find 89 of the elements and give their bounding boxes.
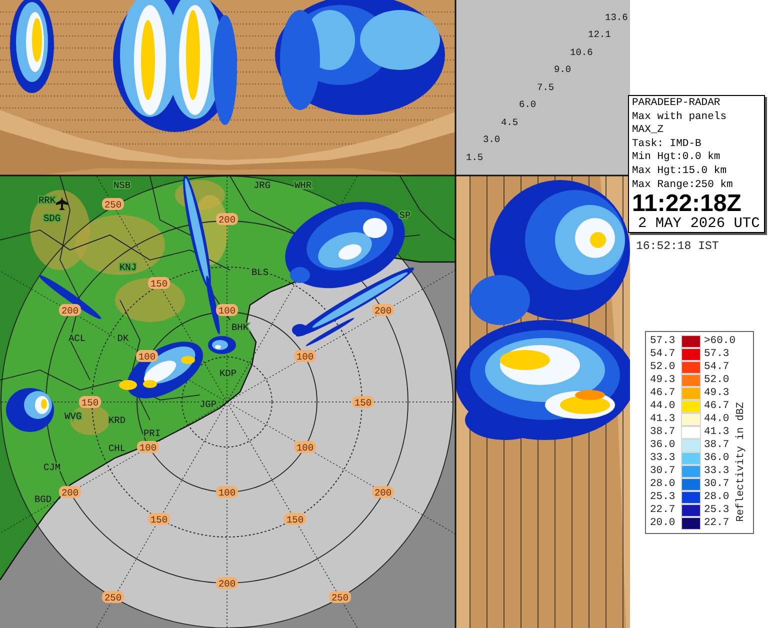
legend-value: 41.3 xyxy=(650,413,676,426)
info-line: Task: IMD-B xyxy=(632,138,702,151)
station-label: JGP xyxy=(199,399,217,410)
legend-value: 57.3 xyxy=(650,335,676,348)
height-label: 6.0 xyxy=(519,99,536,110)
height-label: 7.5 xyxy=(537,82,554,93)
range-label: 100 xyxy=(294,441,316,454)
range-label: 250 xyxy=(102,591,124,604)
airplane-icon xyxy=(56,197,68,210)
legend-value: 38.7 xyxy=(704,439,730,452)
legend-value: 20.0 xyxy=(650,517,676,530)
utc-time: 11:22:18Z xyxy=(632,192,742,216)
range-label: 150 xyxy=(148,277,170,290)
station-label: SP xyxy=(399,210,411,221)
station-label: KRD xyxy=(108,415,126,426)
height-label: 13.6 xyxy=(605,12,628,23)
legend-value: 33.3 xyxy=(704,465,730,478)
legend-value: 54.7 xyxy=(650,348,676,362)
info-line: Max Hgt:15.0 km xyxy=(632,164,728,179)
height-label: 12.1 xyxy=(588,29,611,40)
range-label: 150 xyxy=(79,396,101,408)
radar-echo-drawing xyxy=(208,336,236,354)
station-label: BLS xyxy=(251,267,269,278)
utc-date: 2 MAY 2026 UTC xyxy=(637,216,761,232)
radar-echo-drawing xyxy=(6,388,54,432)
legend-value: 44.0 xyxy=(704,413,730,426)
station-label: PRI xyxy=(143,428,161,439)
station-label: NSB xyxy=(113,180,131,191)
height-label: 3.0 xyxy=(483,134,500,145)
legend-value: 49.3 xyxy=(704,387,730,400)
legend-value: 33.3 xyxy=(650,452,676,466)
range-label: 100 xyxy=(216,304,238,316)
info-line: Max with panels xyxy=(632,110,728,124)
station-label: WVG xyxy=(64,411,82,422)
legend-value: 41.3 xyxy=(704,426,730,440)
range-label: 200 xyxy=(59,486,81,498)
legend-value: 54.7 xyxy=(704,361,730,374)
legend-title: Reflectivity in dBZ xyxy=(735,402,748,522)
range-label: 100 xyxy=(136,350,158,362)
legend-value: 30.7 xyxy=(650,465,676,478)
station-label: KDP xyxy=(219,368,237,379)
legend-value: 49.3 xyxy=(650,374,676,388)
range-label: 250 xyxy=(329,591,351,604)
info-line: Max Range:250 km xyxy=(632,178,734,192)
legend-value: 52.0 xyxy=(650,361,676,374)
range-label: 150 xyxy=(148,513,170,526)
range-label: 200 xyxy=(216,577,238,590)
legend-value: 46.7 xyxy=(704,400,730,414)
legend-value: 30.7 xyxy=(704,478,730,492)
range-label: 200 xyxy=(372,486,394,498)
info-line: PARADEEP-RADAR xyxy=(632,97,722,111)
legend-value: 57.3 xyxy=(704,348,730,362)
height-label: 1.5 xyxy=(466,152,484,163)
info-line: Min Hgt:0.0 km xyxy=(632,151,722,165)
legend-value: 28.0 xyxy=(704,491,730,504)
legend-value: 36.0 xyxy=(650,439,676,452)
range-label: 200 xyxy=(59,304,81,316)
range-label: 150 xyxy=(352,396,374,408)
height-label: 4.5 xyxy=(501,117,518,128)
station-label: SDG xyxy=(43,213,61,224)
radar-echo-drawing xyxy=(38,274,102,320)
range-label: 250 xyxy=(102,198,124,210)
legend-value: 52.0 xyxy=(704,374,730,388)
legend-value: 36.0 xyxy=(704,452,730,466)
legend-value: 44.0 xyxy=(650,400,676,414)
station-label: BGD xyxy=(34,494,52,505)
range-label: 200 xyxy=(372,304,394,316)
station-label: JRG xyxy=(253,180,271,191)
station-label: KNJ xyxy=(119,262,137,273)
station-label: WHR xyxy=(294,180,312,191)
station-label: DK xyxy=(117,333,129,344)
legend-value: 46.7 xyxy=(650,387,676,400)
legend-value: 28.0 xyxy=(650,478,676,492)
ist-time: 16:52:18 IST xyxy=(636,239,719,256)
legend-value: 38.7 xyxy=(650,426,676,440)
range-label: 150 xyxy=(284,513,306,526)
range-label: 100 xyxy=(216,486,238,498)
height-label: 9.0 xyxy=(554,64,572,75)
legend-value: 22.7 xyxy=(650,504,676,518)
legend-value: 22.7 xyxy=(704,517,730,530)
height-label: 10.6 xyxy=(570,47,593,58)
legend-value: 25.3 xyxy=(704,504,730,518)
range-label: 100 xyxy=(294,350,316,362)
legend-value: 25.3 xyxy=(650,491,676,504)
station-label: CHL xyxy=(108,443,126,454)
range-label: 100 xyxy=(137,441,159,454)
info-line: MAX_Z xyxy=(632,124,665,138)
range-label: 200 xyxy=(216,213,238,226)
station-label: RRK xyxy=(38,195,56,206)
